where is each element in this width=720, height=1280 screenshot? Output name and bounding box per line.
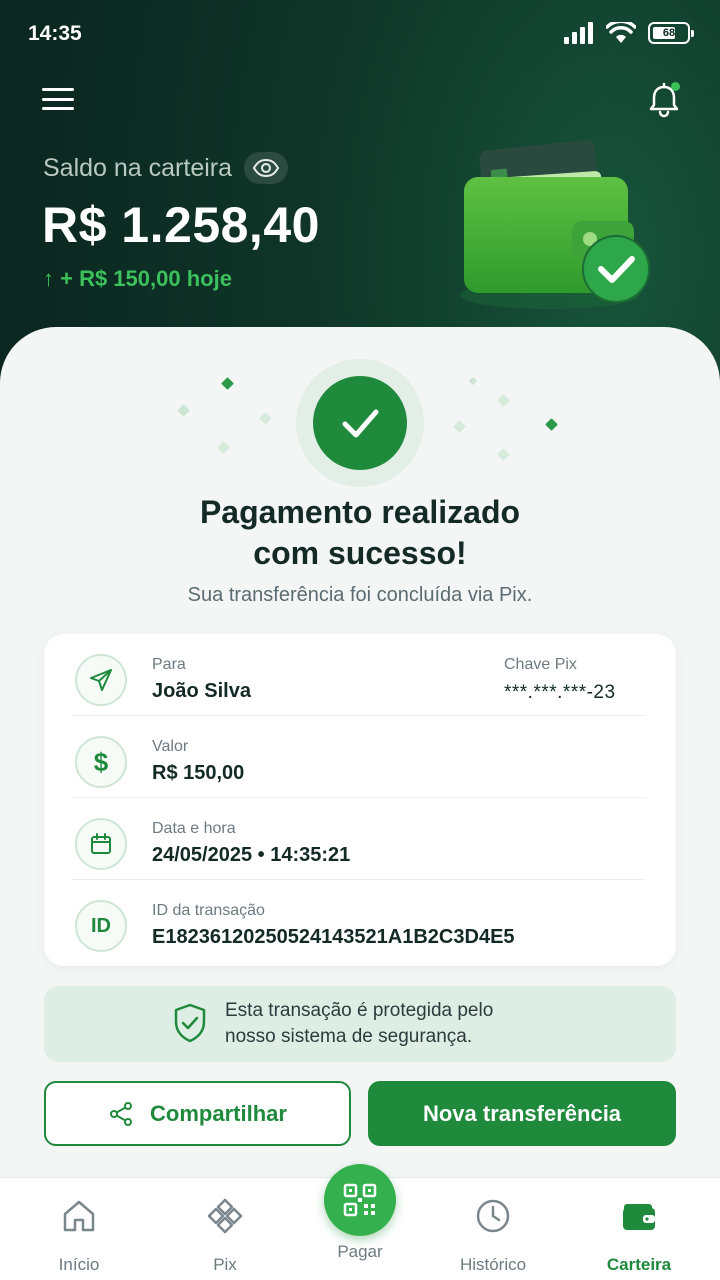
battery-icon: 68	[648, 22, 694, 44]
clock-icon	[476, 1199, 510, 1233]
wifi-icon	[606, 22, 636, 43]
nav-label-home: Início	[58, 1255, 100, 1274]
success-title-line2: com sucesso!	[253, 535, 467, 571]
calendar-glyph-icon	[91, 833, 111, 854]
recipient-value: João Silva	[152, 680, 251, 702]
datetime-label: Data e hora	[152, 820, 236, 837]
menu-icon-line	[42, 88, 74, 91]
success-title: Pagamento realizado com sucesso!	[0, 492, 720, 574]
menu-button[interactable]	[40, 84, 76, 114]
checkmark-icon	[342, 409, 379, 438]
nav-item-history[interactable]: Histórico	[428, 1196, 558, 1275]
success-title-line1: Pagamento realizado	[199, 494, 521, 530]
nav-label-history: Histórico	[459, 1255, 527, 1274]
status-bar: 14:35 68	[0, 0, 720, 70]
nav-item-pix[interactable]: Pix	[160, 1196, 290, 1275]
security-notice: Esta transação é protegida pelo nosso si…	[44, 986, 676, 1062]
balance-value: R$ 1.258,40	[42, 197, 320, 253]
transaction-id-label: ID da transação	[152, 902, 265, 919]
recipient-row: Para João Silva Chave Pix ***.***.***-23	[72, 634, 646, 716]
success-circle	[313, 376, 407, 470]
security-text-line2: nosso sistema de segurança.	[225, 1026, 473, 1047]
cellular-signal-icon	[564, 22, 593, 44]
send-icon	[75, 654, 127, 706]
dollar-icon: $	[75, 736, 127, 788]
eye-icon	[252, 158, 280, 178]
balance-label-text: Saldo na carteira	[43, 153, 233, 182]
new-transfer-button-label: Nova transferência	[422, 1100, 622, 1126]
nav-label-pix: Pix	[213, 1255, 237, 1274]
balance-change: ↑ + R$ 150,00 hoje	[43, 266, 232, 291]
transaction-id-value: E18236120250524143521A1B2C3D4E5	[152, 926, 515, 948]
amount-row: $ Valor R$ 150,00	[72, 716, 646, 798]
nav-label-pay[interactable]: Pagar	[310, 1242, 410, 1262]
share-icon	[110, 1101, 133, 1126]
paper-plane-icon	[90, 669, 112, 691]
menu-icon-line	[42, 97, 74, 101]
share-button-label: Compartilhar	[150, 1100, 287, 1126]
notification-badge	[671, 82, 680, 91]
pix-key-value: ***.***.***-23	[504, 682, 616, 703]
recipient-label: Para	[152, 656, 186, 673]
transaction-details-card: Para João Silva Chave Pix ***.***.***-23…	[44, 634, 676, 966]
amount-label: Valor	[152, 738, 189, 755]
datetime-value: 24/05/2025 • 14:35:21	[152, 844, 351, 866]
pay-qr-button[interactable]	[324, 1164, 396, 1236]
wallet-illustration	[460, 139, 650, 309]
nav-item-home[interactable]: Início	[14, 1196, 144, 1275]
security-text: Esta transação é protegida pelo nosso si…	[225, 998, 565, 1050]
id-icon: ID	[75, 900, 127, 952]
share-button[interactable]: Compartilhar	[44, 1081, 351, 1146]
amount-value: R$ 150,00	[152, 762, 245, 784]
pix-icon	[207, 1198, 243, 1234]
success-indicator	[296, 359, 424, 487]
success-subtitle: Sua transferência foi concluída via Pix.	[187, 584, 533, 606]
qr-code-icon	[343, 1183, 377, 1217]
transaction-id-row: ID ID da transação E18236120250524143521…	[72, 880, 646, 962]
status-time: 14:35	[28, 22, 82, 45]
pix-key-label: Chave Pix	[504, 656, 577, 673]
new-transfer-button[interactable]: Nova transferência	[368, 1081, 676, 1146]
home-icon	[63, 1200, 95, 1232]
calendar-icon	[75, 818, 127, 870]
nav-item-wallet[interactable]: Carteira	[574, 1196, 704, 1275]
notifications-button[interactable]	[644, 80, 684, 120]
menu-icon-line	[42, 107, 74, 110]
battery-percentage: 68	[662, 27, 676, 39]
status-icons: 68	[564, 22, 694, 44]
nav-label-wallet: Carteira	[606, 1255, 672, 1274]
wallet-icon	[623, 1204, 655, 1230]
datetime-row: Data e hora 24/05/2025 • 14:35:21	[72, 798, 646, 880]
security-text-line1: Esta transação é protegida pelo	[225, 1000, 494, 1021]
shield-check-icon	[174, 1003, 206, 1043]
toggle-balance-visibility-button[interactable]	[244, 152, 289, 184]
balance-label: Saldo na carteira	[43, 152, 289, 184]
screen: 14:35 68 Saldo na carteira R$ 1.258,40 ↑…	[0, 0, 720, 1280]
